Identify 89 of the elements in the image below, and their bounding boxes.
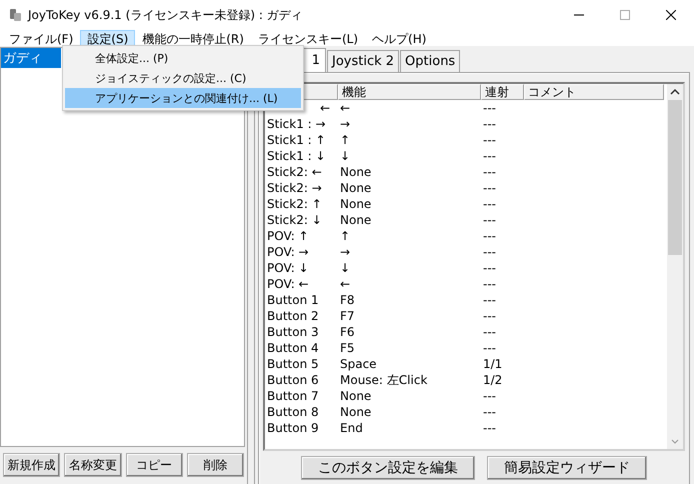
close-icon [666, 10, 676, 20]
profile-button[interactable]: コピー [126, 453, 183, 477]
turbo-cell: --- [483, 261, 496, 275]
function-cell: ↑ [340, 133, 350, 147]
scroll-thumb[interactable] [668, 100, 682, 255]
maximize-icon [620, 10, 630, 20]
input-cell: Button 6 [267, 373, 319, 387]
turbo-cell: --- [483, 245, 496, 259]
tab[interactable]: Options [400, 50, 460, 72]
input-cell: POV: → [267, 245, 309, 259]
function-cell: None [340, 197, 372, 211]
input-cell: POV: ← [267, 277, 309, 291]
scrollbar[interactable] [667, 84, 683, 449]
input-cell: Button 3 [267, 325, 319, 339]
function-cell: None [340, 405, 372, 419]
turbo-cell: --- [483, 213, 496, 227]
function-cell: ↓ [340, 149, 350, 163]
turbo-cell: --- [483, 133, 496, 147]
function-cell: ← [340, 101, 350, 115]
menu-item[interactable]: ファイル(F) [2, 30, 80, 46]
function-cell: ↑ [340, 229, 350, 243]
window-title: JoyToKey v6.9.1 (ライセンスキー未登録) : ガディ [28, 6, 303, 24]
turbo-cell: --- [483, 165, 496, 179]
turbo-cell: --- [483, 101, 496, 115]
app-icon [8, 8, 22, 22]
input-cell: Button 2 [267, 309, 319, 323]
input-cell: Button 7 [267, 389, 319, 403]
column-header[interactable]: 機能 [338, 84, 481, 100]
action-button[interactable]: このボタン設定を編集 [301, 456, 475, 480]
turbo-cell: 1/2 [483, 373, 502, 387]
turbo-cell: --- [483, 421, 496, 435]
column-header[interactable]: 連射 [481, 84, 524, 100]
action-button[interactable]: 簡易設定ウィザード [487, 456, 647, 480]
function-cell: → [340, 117, 350, 131]
function-cell: Space [340, 357, 377, 371]
input-cell: POV: ↓ [267, 261, 309, 275]
dropdown-item[interactable]: アプリケーションとの関連付け... (L) [65, 88, 301, 108]
turbo-cell: --- [483, 277, 496, 291]
function-cell: F6 [340, 325, 355, 339]
input-cell: Button 1 [267, 293, 319, 307]
function-cell: None [340, 181, 372, 195]
function-cell: None [340, 165, 372, 179]
input-cell: Button 5 [267, 357, 319, 371]
menu-item[interactable]: 設定(S) [80, 30, 136, 46]
profile-button[interactable]: 名称変更 [64, 453, 122, 477]
input-cell: Stick1 : ↑ [267, 133, 326, 147]
turbo-cell: --- [483, 309, 496, 323]
input-cell: Stick2: → [267, 181, 322, 195]
input-cell: Stick1 : → [267, 117, 326, 131]
dropdown-item[interactable]: ジョイスティックの設定... (C) [65, 68, 301, 88]
turbo-cell: --- [483, 405, 496, 419]
menu-item[interactable]: 機能の一時停止(R) [135, 30, 251, 46]
input-cell: POV: ↑ [267, 229, 309, 243]
turbo-cell: --- [483, 181, 496, 195]
input-cell: Stick2: ← [267, 165, 322, 179]
function-cell: ↓ [340, 261, 350, 275]
input-cell: ← [320, 101, 330, 115]
input-cell: Button 8 [267, 405, 319, 419]
function-cell: ← [340, 277, 350, 291]
input-cell: Stick2: ↑ [267, 197, 322, 211]
menu-item[interactable]: ヘルプ(H) [365, 30, 434, 46]
function-cell: → [340, 245, 350, 259]
dropdown-item[interactable]: 全体設定... (P) [65, 48, 301, 68]
function-cell: None [340, 213, 372, 227]
function-cell: F5 [340, 341, 355, 355]
function-cell: F8 [340, 293, 355, 307]
function-cell: F7 [340, 309, 355, 323]
input-cell: Stick1 : ↓ [267, 149, 326, 163]
function-cell: Mouse: 左Click [340, 373, 428, 387]
input-cell: Button 9 [267, 421, 319, 435]
profile-button[interactable]: 削除 [186, 453, 244, 477]
function-cell: End [340, 421, 363, 435]
turbo-cell: --- [483, 149, 496, 163]
input-cell: Button 4 [267, 341, 319, 355]
turbo-cell: --- [483, 389, 496, 403]
function-cell: None [340, 389, 372, 403]
profile-button[interactable]: 新規作成 [3, 453, 60, 477]
turbo-cell: --- [483, 341, 496, 355]
input-cell: Stick2: ↓ [267, 213, 322, 227]
turbo-cell: --- [483, 197, 496, 211]
profile-item[interactable]: ガディ [1, 48, 61, 68]
turbo-cell: --- [483, 229, 496, 243]
turbo-cell: --- [483, 325, 496, 339]
column-header[interactable]: コメント [524, 84, 664, 100]
tab[interactable]: Joystick 2 [327, 50, 400, 72]
turbo-cell: --- [483, 293, 496, 307]
menu-item[interactable]: ライセンスキー(L) [250, 30, 366, 46]
turbo-cell: 1/1 [483, 357, 502, 371]
turbo-cell: --- [483, 117, 496, 131]
